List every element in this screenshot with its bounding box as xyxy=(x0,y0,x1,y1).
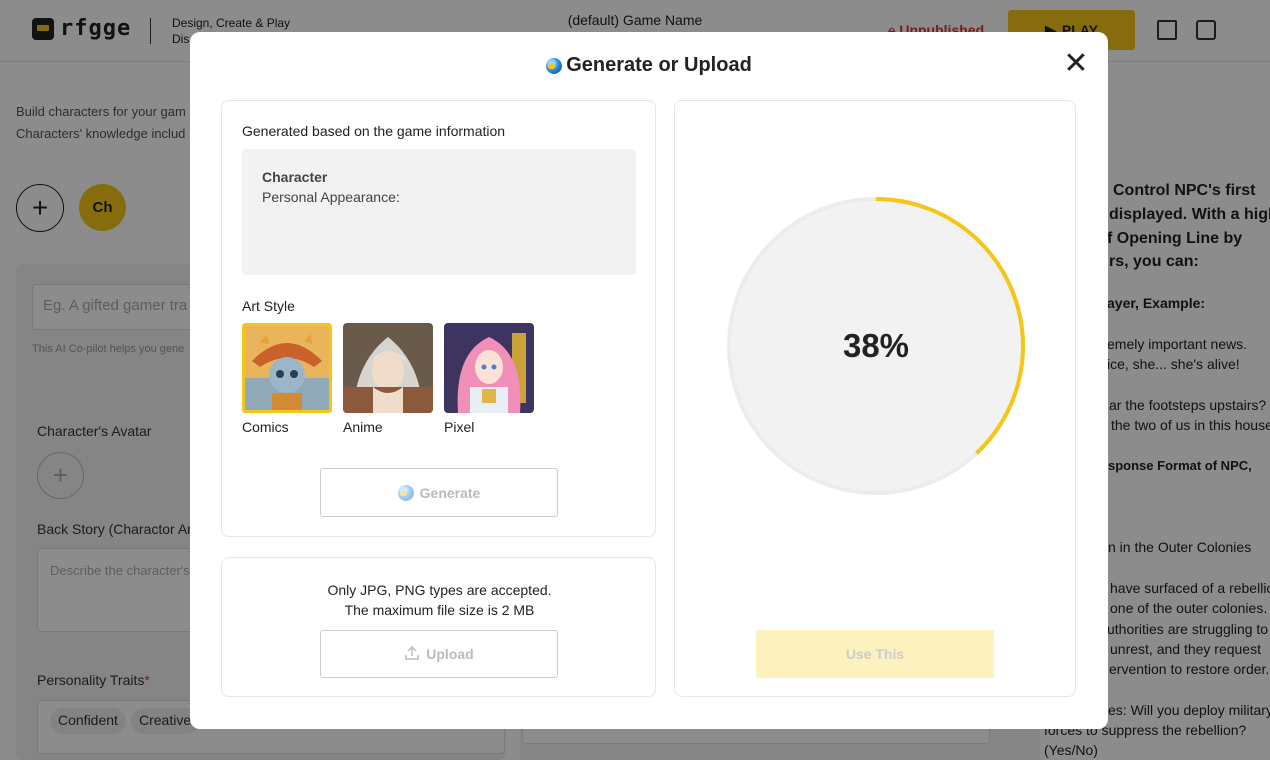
upload-note-line-2: The maximum file size is 2 MB xyxy=(344,602,535,618)
upload-note-line-1: Only JPG, PNG types are accepted. xyxy=(327,582,552,598)
style-thumbnail-anime[interactable] xyxy=(343,323,433,413)
progress-percent: 38% xyxy=(842,327,910,364)
globe-icon xyxy=(546,57,563,74)
upload-card: Only JPG, PNG types are accepted. The ma… xyxy=(221,557,656,697)
style-name: Pixel xyxy=(444,419,475,435)
upload-button[interactable]: Upload xyxy=(320,630,558,678)
style-thumbnail-pixel[interactable] xyxy=(444,323,534,413)
character-description: Character Personal Appearance: xyxy=(242,149,636,275)
upload-icon xyxy=(404,645,420,664)
upload-note: Only JPG, PNG types are accepted. The ma… xyxy=(222,580,657,620)
style-option-pixel[interactable]: Pixel xyxy=(444,323,534,435)
upload-label: Upload xyxy=(426,646,474,662)
globe-icon xyxy=(397,484,414,501)
dialog-title-text: Generate or Upload xyxy=(566,54,752,76)
style-name: Anime xyxy=(343,419,383,435)
dialog-title: Generate or Upload xyxy=(190,54,1108,77)
close-icon[interactable]: ✕ xyxy=(1063,49,1089,79)
preview-card: 38% Use This xyxy=(674,100,1076,697)
generate-card: Generated based on the game information … xyxy=(221,100,656,537)
generate-upload-dialog: Generate or Upload ✕ Generated based on … xyxy=(190,32,1108,729)
style-option-comics[interactable]: Comics xyxy=(242,323,332,435)
description-line: Personal Appearance: xyxy=(262,189,400,205)
generate-heading: Generated based on the game information xyxy=(242,123,506,139)
art-style-label: Art Style xyxy=(242,298,295,314)
style-thumbnail-comics[interactable] xyxy=(242,323,332,413)
progress-ring: 38% xyxy=(725,195,1027,497)
style-option-anime[interactable]: Anime xyxy=(343,323,433,435)
use-this-button[interactable]: Use This xyxy=(756,630,994,678)
generate-label: Generate xyxy=(419,484,481,501)
description-title: Character xyxy=(262,169,328,185)
style-name: Comics xyxy=(242,419,289,435)
generate-button[interactable]: Generate xyxy=(320,468,558,517)
